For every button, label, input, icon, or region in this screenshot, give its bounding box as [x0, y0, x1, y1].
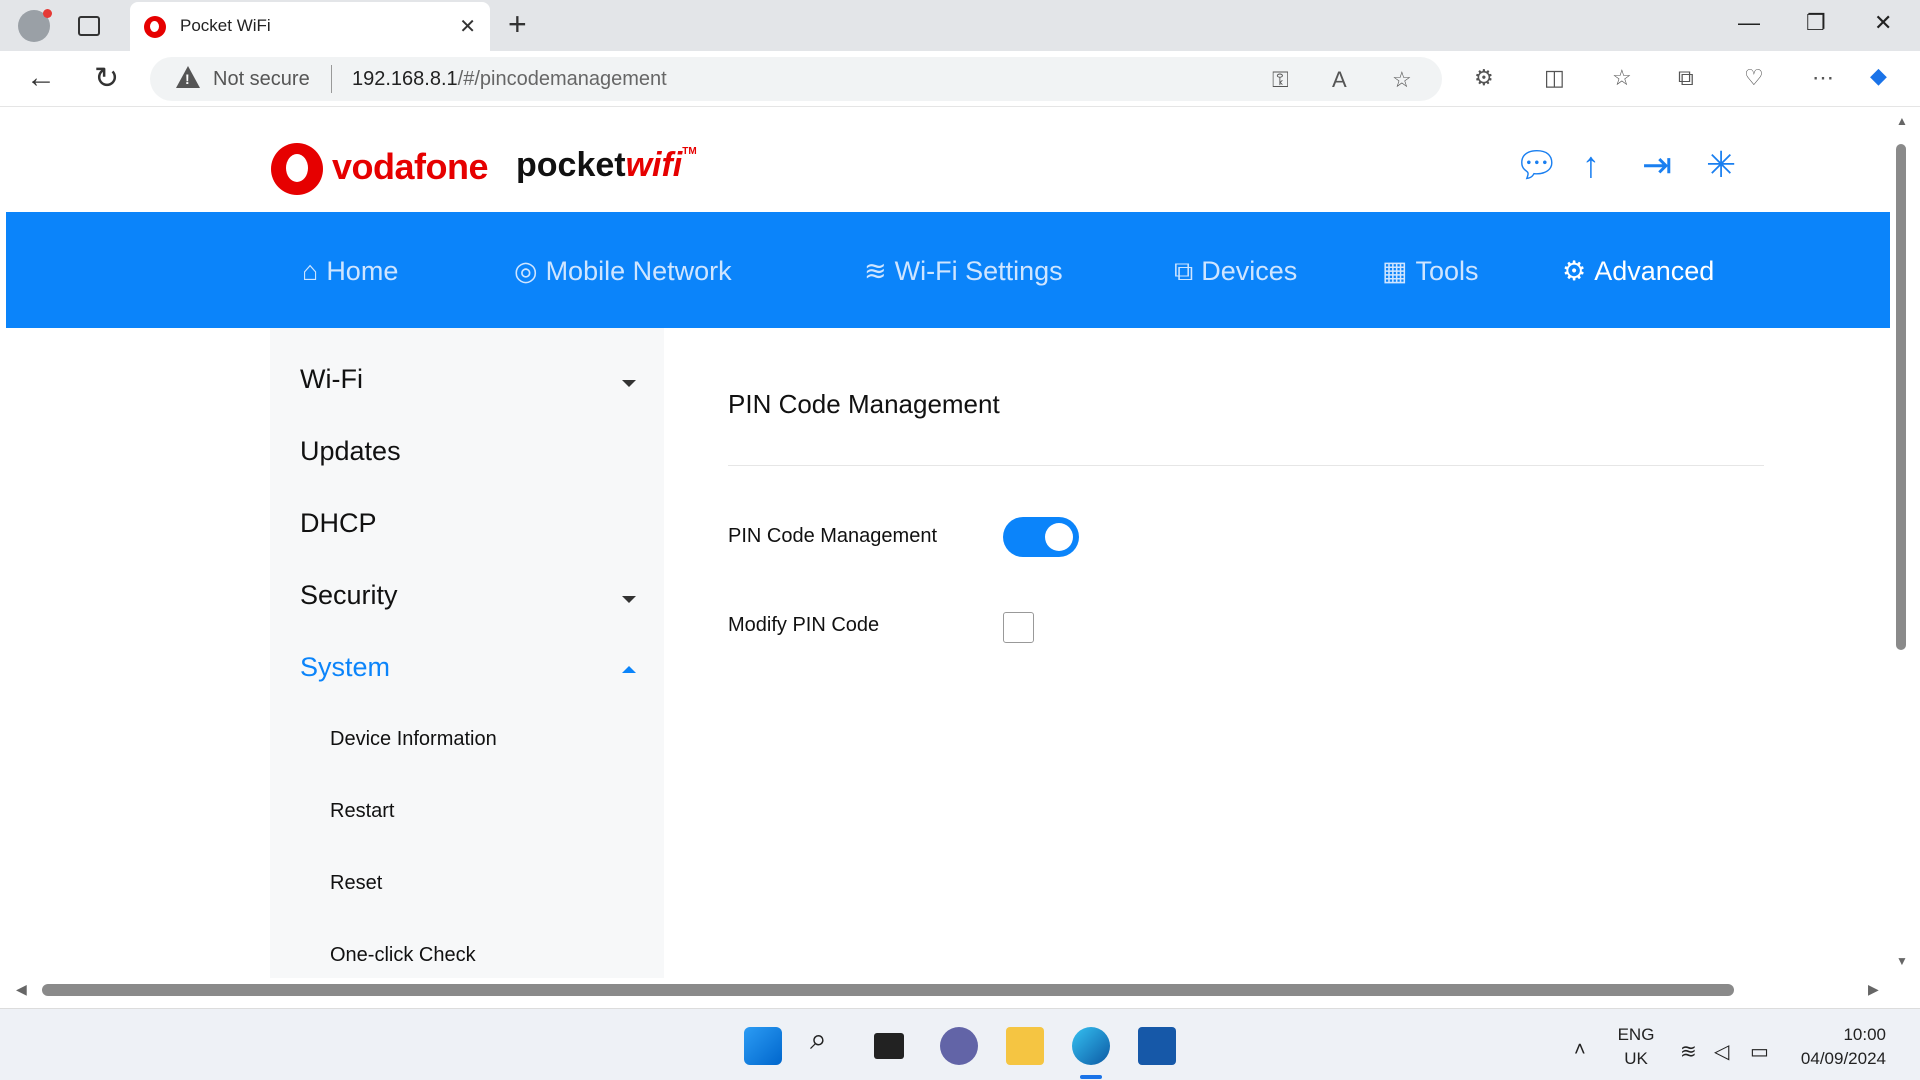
- extensions-icon[interactable]: ⚙: [1474, 65, 1494, 91]
- address-divider: [331, 65, 332, 93]
- sidebar-subitem-device-information[interactable]: Device Information: [330, 728, 497, 751]
- workspaces-icon[interactable]: [78, 16, 100, 36]
- security-status[interactable]: Not secure: [213, 68, 310, 91]
- store-icon[interactable]: [1138, 1027, 1176, 1065]
- page-title: PIN Code Management: [728, 389, 1000, 419]
- sidebar-subitem-one-click-check[interactable]: One-click Check: [330, 944, 476, 967]
- profile-avatar-icon[interactable]: [18, 9, 52, 42]
- vertical-scroll-thumb[interactable]: [1896, 144, 1906, 650]
- home-icon: ⌂: [302, 256, 319, 286]
- language-indicator[interactable]: ENG: [1616, 1025, 1656, 1045]
- wifi-status-icon[interactable]: ≋: [1680, 1039, 1697, 1064]
- clock-time[interactable]: 10:00: [1796, 1025, 1886, 1045]
- nav-wifi-settings[interactable]: ≋ Wi-Fi Settings: [864, 256, 1063, 287]
- sidebar-item-security[interactable]: Security: [300, 580, 398, 611]
- sidebar-subitem-reset[interactable]: Reset: [330, 872, 382, 895]
- wifi-icon: ≋: [864, 256, 887, 286]
- chevron-up-icon[interactable]: [622, 666, 636, 673]
- browser-toolbar: ← ↻ Not secure 192.168.8.1/#/pincodemana…: [0, 51, 1920, 107]
- scroll-right-icon[interactable]: ▶: [1868, 981, 1879, 998]
- toggle-knob: [1045, 523, 1073, 551]
- pin-management-label: PIN Code Management: [728, 525, 938, 547]
- globe-icon: ◎: [514, 256, 538, 286]
- windows-taskbar: ⌕ ˄ ENG UK ≋ ◁ ▭ 10:00 04/09/2024: [0, 1008, 1920, 1080]
- url-text[interactable]: 192.168.8.1/#/pincodemanagement: [352, 68, 667, 91]
- product-name: pocketwifiTM: [516, 146, 697, 184]
- address-bar[interactable]: Not secure 192.168.8.1/#/pincodemanageme…: [150, 57, 1442, 101]
- edge-icon[interactable]: [1072, 1027, 1110, 1065]
- close-tab-icon[interactable]: ✕: [459, 14, 476, 39]
- gear-icon: ⚙: [1562, 256, 1587, 286]
- browser-tab-strip: Pocket WiFi ✕ + — ❐ ✕: [0, 0, 1920, 51]
- back-icon[interactable]: ←: [26, 61, 56, 95]
- favorite-star-icon[interactable]: ☆: [1392, 67, 1412, 93]
- horizontal-scroll-thumb[interactable]: [42, 984, 1734, 996]
- clock-date[interactable]: 04/09/2024: [1786, 1049, 1886, 1069]
- nav-tools[interactable]: ▦ Tools: [1382, 256, 1479, 287]
- brand-name: vodafone: [332, 146, 489, 187]
- main-navigation: ⌂ Home ◎ Mobile Network ≋ Wi-Fi Settings ⧉ D…: [6, 212, 1890, 328]
- sidebar-item-system[interactable]: System: [300, 652, 390, 683]
- active-app-indicator: [1080, 1075, 1102, 1079]
- brand-header: vodafone pocketwifiTM 💬︎ ↑ ⇥ ✳: [6, 108, 1890, 212]
- scroll-down-icon[interactable]: ▼: [1896, 954, 1908, 968]
- browser-tab[interactable]: Pocket WiFi ✕: [130, 2, 490, 51]
- copilot-icon[interactable]: ◆: [1870, 63, 1887, 89]
- logout-icon[interactable]: ⇥: [1642, 144, 1672, 186]
- nav-advanced[interactable]: ⚙ Advanced: [1562, 256, 1714, 287]
- sidebar-item-wifi[interactable]: Wi-Fi: [300, 364, 363, 395]
- volume-icon[interactable]: ◁: [1714, 1039, 1729, 1064]
- minimize-icon[interactable]: —: [1738, 10, 1760, 36]
- password-key-icon[interactable]: ⚿: [1272, 67, 1289, 93]
- restore-icon[interactable]: ❐: [1806, 10, 1826, 36]
- reload-icon[interactable]: ↻: [94, 61, 119, 96]
- search-icon[interactable]: ⌕: [810, 1023, 848, 1061]
- split-screen-icon[interactable]: ◫: [1544, 65, 1565, 91]
- update-arrow-icon[interactable]: ↑: [1582, 144, 1600, 186]
- file-explorer-icon[interactable]: [1006, 1027, 1044, 1065]
- more-menu-icon[interactable]: ⋯: [1812, 65, 1834, 91]
- chevron-down-icon[interactable]: [622, 596, 636, 603]
- task-view-icon[interactable]: [874, 1033, 904, 1059]
- browser-essentials-icon[interactable]: ♡: [1744, 65, 1764, 91]
- modify-pin-label: Modify PIN Code: [728, 614, 880, 636]
- new-tab-icon[interactable]: +: [508, 6, 527, 43]
- vodafone-logo-icon: [271, 143, 323, 195]
- scroll-left-icon[interactable]: ◀: [16, 981, 27, 998]
- nav-mobile-network[interactable]: ◎ Mobile Network: [514, 256, 732, 287]
- battery-icon[interactable]: ▭: [1750, 1039, 1769, 1064]
- tab-title: Pocket WiFi: [180, 16, 271, 35]
- collections-icon[interactable]: ⧉: [1678, 65, 1694, 91]
- warning-icon: [176, 66, 200, 88]
- scroll-up-icon[interactable]: ▲: [1896, 114, 1908, 128]
- pin-management-toggle[interactable]: [1003, 517, 1079, 557]
- title-divider: [728, 465, 1764, 466]
- nav-home[interactable]: ⌂ Home: [302, 256, 398, 287]
- messages-icon[interactable]: 💬︎: [1514, 144, 1560, 186]
- favorites-icon[interactable]: ☆: [1612, 65, 1632, 91]
- close-window-icon[interactable]: ✕: [1874, 10, 1892, 36]
- sidebar-subitem-restart[interactable]: Restart: [330, 800, 394, 823]
- sidebar-item-dhcp[interactable]: DHCP: [300, 508, 377, 539]
- horizontal-scrollbar[interactable]: ◀ ▶: [6, 978, 1890, 1002]
- vodafone-favicon-icon: [144, 16, 166, 38]
- vertical-scrollbar[interactable]: ▲ ▼: [1890, 108, 1920, 978]
- page-viewport: vodafone pocketwifiTM 💬︎ ↑ ⇥ ✳ ⌂ Home ◎ Mo…: [6, 108, 1890, 978]
- advanced-sidebar: Wi-Fi Updates DHCP Security System Devic…: [270, 328, 664, 978]
- start-icon[interactable]: [744, 1027, 782, 1065]
- tools-icon: ▦: [1382, 256, 1408, 286]
- read-aloud-icon[interactable]: A: [1332, 67, 1347, 93]
- modify-pin-checkbox[interactable]: [1003, 612, 1034, 643]
- loading-spinner-icon: ✳: [1706, 144, 1737, 185]
- nav-devices[interactable]: ⧉ Devices: [1174, 256, 1297, 288]
- chevron-down-icon[interactable]: [622, 380, 636, 387]
- devices-icon: ⧉: [1174, 256, 1194, 286]
- language-region[interactable]: UK: [1616, 1049, 1656, 1069]
- sidebar-item-updates[interactable]: Updates: [300, 436, 401, 467]
- chat-icon[interactable]: [940, 1027, 978, 1065]
- show-hidden-icons-icon[interactable]: ˄: [1574, 1039, 1586, 1062]
